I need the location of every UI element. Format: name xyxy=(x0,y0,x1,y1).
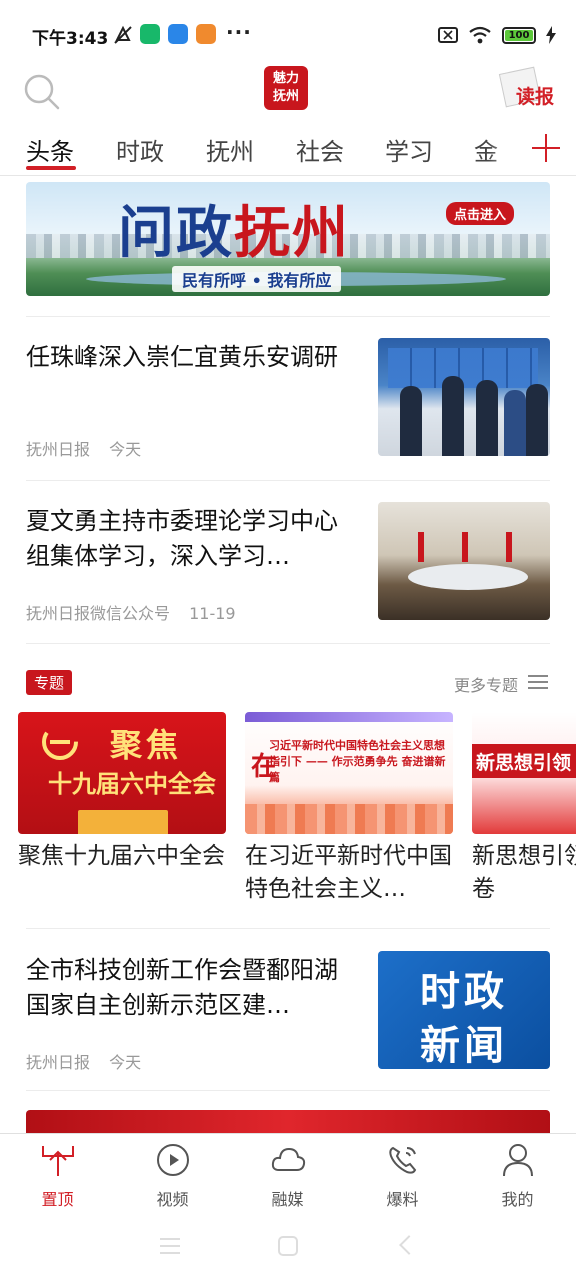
add-channel-button[interactable] xyxy=(532,134,560,162)
read-paper-label: 读报 xyxy=(516,86,555,108)
topic-image: 在 习近平新时代中国特色社会主义思想 指引下 —— 作示范勇争先 奋进谱新篇 xyxy=(245,712,453,834)
status-time: 下午3:43 xyxy=(32,29,109,49)
back-button[interactable] xyxy=(399,1235,419,1255)
active-tab-indicator xyxy=(26,166,76,170)
channel-tabs: 头条 时政 抚州 社会 学习 金 xyxy=(0,128,576,176)
charging-icon xyxy=(546,26,556,44)
app-header: 魅力 抚州 读报 xyxy=(0,62,576,120)
profile-icon xyxy=(503,1144,533,1177)
nav-video[interactable]: 视频 xyxy=(115,1134,230,1214)
video-play-icon xyxy=(157,1144,189,1176)
news-thumbnail xyxy=(378,338,550,456)
news-meta: 抚州日报微信公众号 11-19 xyxy=(26,600,236,624)
news-thumbnail: 时政 新闻 xyxy=(378,951,550,1069)
banner-subtitle: 民有所呼 • 我有所应 xyxy=(172,266,342,292)
news-item[interactable]: 任珠峰深入崇仁宜黄乐安调研 抚州日报 今天 xyxy=(26,338,550,478)
nav-pin-top[interactable]: 置顶 xyxy=(0,1134,115,1214)
topic-card[interactable]: 新思想引领 时 新思想引领·时代答卷 xyxy=(472,712,576,906)
news-item[interactable]: 全市科技创新工作会暨鄱阳湖国家自主创新示范区建… 抚州日报 今天 时政 新闻 xyxy=(26,951,550,1091)
banner-enter-button[interactable]: 点击进入 xyxy=(445,202,514,225)
party-emblem-icon xyxy=(42,724,78,760)
topic-title: 新思想引领·时代答卷 xyxy=(472,843,576,902)
shield-app-icon xyxy=(140,24,160,44)
send-app-icon xyxy=(168,24,188,44)
nav-report[interactable]: 爆料 xyxy=(345,1134,460,1214)
topic-image: 聚焦 十九届六中全会 xyxy=(18,712,226,834)
news-item[interactable]: 夏文勇主持市委理论学习中心组集体学习，深入学习… 抚州日报微信公众号 11-19 xyxy=(26,502,550,642)
wifi-icon xyxy=(468,25,492,45)
news-meta: 抚州日报 今天 xyxy=(26,436,141,460)
topic-card[interactable]: 在 习近平新时代中国特色社会主义思想 指引下 —— 作示范勇争先 奋进谱新篇 在习… xyxy=(245,712,453,906)
more-notifications: ··· xyxy=(226,20,252,44)
nav-media[interactable]: 融媒 xyxy=(230,1134,345,1214)
topics-carousel[interactable]: 聚焦 十九届六中全会 聚焦十九届六中全会 在 习近平新时代中国特色社会主义思想指… xyxy=(18,712,576,912)
wenzheng-banner[interactable]: 问政抚州 点击进入 民有所呼 • 我有所应 xyxy=(26,182,550,296)
orange-app-icon xyxy=(196,24,216,44)
menu-icon[interactable] xyxy=(528,675,548,689)
divider xyxy=(26,480,550,481)
read-paper-button[interactable]: 读报 xyxy=(498,66,558,108)
news-source: 抚州日报 xyxy=(26,1053,91,1072)
tab-headlines[interactable]: 头条 xyxy=(26,132,74,167)
tab-fuzhou[interactable]: 抚州 xyxy=(206,132,254,167)
news-source: 抚州日报 xyxy=(26,440,91,459)
news-meta: 抚州日报 今天 xyxy=(26,1049,141,1073)
phone-report-icon xyxy=(389,1146,417,1174)
no-sim-icon xyxy=(438,27,458,43)
news-title: 全市科技创新工作会暨鄱阳湖国家自主创新示范区建… xyxy=(26,956,338,1019)
topic-image: 新思想引领 时 xyxy=(472,712,576,834)
nav-profile[interactable]: 我的 xyxy=(460,1134,575,1214)
mute-icon xyxy=(112,24,134,46)
topics-header: 专题 更多专题 xyxy=(26,670,550,696)
battery-level: 100 xyxy=(505,29,533,41)
more-topics-link[interactable]: 更多专题 xyxy=(454,672,518,696)
news-title: 夏文勇主持市委理论学习中心组集体学习，深入学习… xyxy=(26,507,338,570)
tab-study[interactable]: 学习 xyxy=(385,132,433,167)
topic-title: 在习近平新时代中国特色社会主义… xyxy=(245,843,452,902)
news-thumbnail xyxy=(378,502,550,620)
tab-politics[interactable]: 时政 xyxy=(116,132,164,167)
topic-card[interactable]: 聚焦 十九届六中全会 聚焦十九届六中全会 xyxy=(18,712,226,906)
home-button[interactable] xyxy=(278,1236,298,1256)
divider xyxy=(26,316,550,317)
news-title: 任珠峰深入崇仁宜黄乐安调研 xyxy=(26,343,338,371)
status-bar: 下午3:43 ··· 100 xyxy=(0,0,576,70)
banner-title: 问政抚州 xyxy=(118,200,350,266)
topics-badge: 专题 xyxy=(26,670,73,695)
topic-title: 聚焦十九届六中全会 xyxy=(18,843,225,869)
news-time: 今天 xyxy=(109,440,142,459)
cloud-icon xyxy=(271,1147,306,1171)
news-time: 今天 xyxy=(109,1053,142,1072)
news-time: 11-19 xyxy=(189,604,236,623)
divider xyxy=(26,1090,550,1091)
tab-society[interactable]: 社会 xyxy=(296,132,344,167)
bottom-navigation: 置顶 视频 融媒 爆料 我的 xyxy=(0,1133,576,1213)
news-source: 抚州日报微信公众号 xyxy=(26,604,171,623)
divider xyxy=(26,643,550,644)
divider xyxy=(26,928,550,929)
search-icon xyxy=(24,74,60,110)
app-logo: 魅力 抚州 xyxy=(264,66,308,110)
search-button[interactable] xyxy=(22,72,62,112)
battery-icon: 100 xyxy=(502,26,536,44)
pin-top-icon xyxy=(42,1146,74,1176)
recent-apps-button[interactable] xyxy=(160,1238,180,1254)
system-navigation-bar xyxy=(0,1214,576,1280)
